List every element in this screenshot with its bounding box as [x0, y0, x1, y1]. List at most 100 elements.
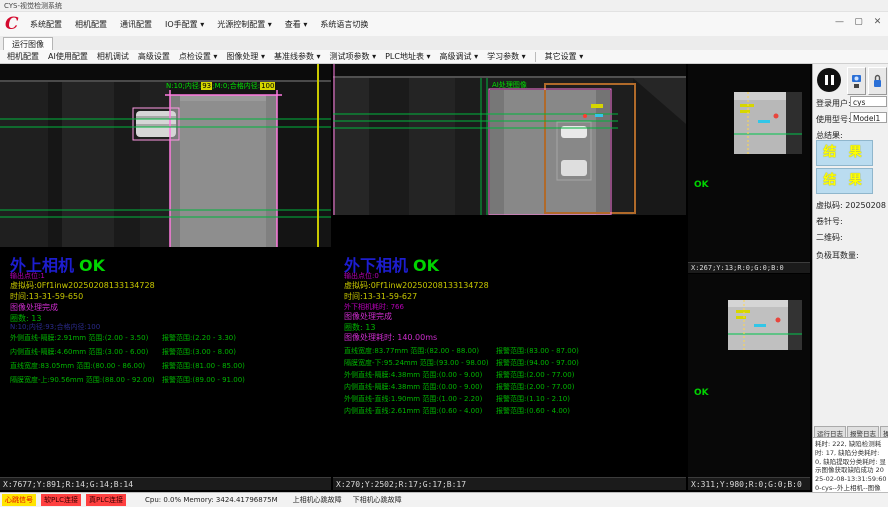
model-input[interactable]: Model1: [850, 112, 887, 123]
lock-icon: [872, 73, 883, 89]
result-badge-2: 结 果: [816, 168, 873, 194]
measure-value: 直线宽度:83.05mm 范围:(80.00 - 86.00): [10, 361, 145, 371]
tool-item-test-params[interactable]: 测试项参数 ▾: [330, 51, 377, 62]
measure-row: 内侧直线-隔膜:4.60mm 范围:(3.00 - 6.00) 报警范围:(3.…: [10, 347, 325, 361]
tab-strip: 运行图像: [0, 36, 888, 51]
menu-item-system-config[interactable]: 系统配置: [30, 19, 62, 30]
menubar: C 系统配置 相机配置 通讯配置 IO手配置 ▾ 光源控制配置 ▾ 查看 ▾ 系…: [0, 12, 888, 37]
measure-value: 隔膜宽度-下:95.24mm 范围:(93.00 - 98.00): [344, 358, 489, 368]
upper-camera-status: 上相机心跳故障: [293, 495, 342, 505]
middle-ok-status: OK: [413, 256, 439, 275]
tool-item-ai-config[interactable]: AI使用配置: [48, 51, 88, 62]
minimize-icon[interactable]: —: [833, 17, 846, 27]
measure-value: 外侧直线-隔膜:4.38mm 范围:(0.00 - 9.00): [344, 370, 482, 380]
user-input[interactable]: cys: [850, 96, 887, 107]
tool-item-spot-check[interactable]: 点检设置 ▾: [179, 51, 218, 62]
pin-number-label: 卷针号:: [816, 216, 843, 227]
alarm-range: 报警范围:(1.10 - 2.10): [496, 394, 570, 404]
middle-virtual-code: 虚拟码:0Ff1inw20250208133134728: [344, 280, 489, 291]
left-camera-image[interactable]: [0, 64, 331, 247]
sidebar: 登录用户: cys 使用型号: Model1 总结果: 结 果 结 果 虚拟码:…: [812, 64, 888, 492]
left-time: 时间:13-31-59-650: [10, 291, 83, 302]
tool-item-advanced-debug[interactable]: 高级调试 ▾: [440, 51, 479, 62]
left-ok-status: OK: [79, 256, 105, 275]
close-icon[interactable]: ✕: [871, 17, 884, 27]
titlebar: CYS-视觉检测系统: [0, 0, 888, 12]
thumb2-pixel-coords: X:311;Y:980;R:0;G:0;B:0: [688, 477, 810, 490]
thumb1-pixel-coords: X:267;Y:13;R:0;G:0;B:0: [688, 262, 810, 273]
menu-item-light-control-config[interactable]: 光源控制配置 ▾: [217, 19, 272, 30]
alarm-range: 报警范围:(83.00 - 87.00): [496, 346, 579, 356]
app-window: CYS-视觉检测系统 C 系统配置 相机配置 通讯配置 IO手配置 ▾ 光源控制…: [0, 0, 888, 522]
tool-item-image-processing[interactable]: 图像处理 ▾: [226, 51, 265, 62]
menu-item-camera-config[interactable]: 相机配置: [75, 19, 107, 30]
measure-row: 内侧直线-直线:2.61mm 范围:(0.60 - 4.00) 报警范围:(0.…: [344, 406, 684, 420]
app-logo-icon: C: [5, 14, 19, 34]
tool-item-baseline-params[interactable]: 基准线参数 ▾: [274, 51, 321, 62]
measure-value: 内侧直线-隔膜:4.60mm 范围:(3.00 - 6.00): [10, 347, 148, 357]
left-process-done: 图像处理完成: [10, 302, 58, 313]
inner-diameter-value: 93: [201, 82, 212, 90]
soft-plc-badge: 软PLC连接: [41, 494, 81, 506]
alarm-range: 报警范围:(2.00 - 77.00): [496, 370, 574, 380]
toolbar-separator: [535, 52, 536, 62]
camera-tool-button[interactable]: [847, 67, 866, 95]
alarm-range: 报警范围:(81.00 - 85.00): [162, 361, 245, 371]
pause-button[interactable]: [817, 68, 841, 92]
ai-image-label: AI处理图像: [492, 80, 527, 90]
log-text-area[interactable]: 耗时: 222, 缺陷检测耗时: 17, 缺陷分类耗时: 0, 缺陷提取分类耗时…: [813, 437, 888, 492]
tool-item-advanced-settings[interactable]: 高级设置: [138, 51, 170, 62]
user-label: 登录用户:: [816, 98, 851, 109]
alarm-range: 报警范围:(3.00 - 8.00): [162, 347, 236, 357]
thumb2-camera-image[interactable]: [688, 274, 810, 477]
lock-tool-button[interactable]: [868, 67, 887, 95]
tool-item-plc-address[interactable]: PLC地址表 ▾: [385, 51, 430, 62]
pause-icon: [831, 75, 834, 85]
middle-time: 时间:13-31-59-627: [344, 291, 417, 302]
maximize-icon[interactable]: ▢: [852, 17, 865, 27]
pause-icon: [825, 75, 828, 85]
measure-value: 外侧直线-隔膜:2.91mm 范围:(2.00 - 3.50): [10, 333, 148, 343]
tool-item-camera-debug[interactable]: 相机调试: [97, 51, 129, 62]
menu-item-io-config[interactable]: IO手配置 ▾: [165, 19, 204, 30]
menu-item-language-switch[interactable]: 系统语言切换: [320, 19, 368, 30]
alarm-range: 报警范围:(94.00 - 97.00): [496, 358, 579, 368]
statusbar: 心跳信号 软PLC连接 真PLC连接 Cpu: 0.0% Memory: 342…: [0, 492, 888, 507]
cpu-memory-status: Cpu: 0.0% Memory: 3424.41796875M: [145, 496, 278, 504]
real-plc-badge: 真PLC连接: [86, 494, 126, 506]
heartbeat-badge: 心跳信号: [2, 494, 36, 506]
model-label: 使用型号:: [816, 114, 851, 125]
measure-value: 内侧直线-隔膜:4.38mm 范围:(0.00 - 9.00): [344, 382, 482, 392]
thumb1-ok-status: OK: [694, 180, 709, 190]
alarm-range: 报警范围:(2.20 - 3.30): [162, 333, 236, 343]
left-note: N:10;内径:93;合格内径:100: [10, 322, 100, 332]
measure-value: 直线宽度:83.77mm 范围:(82.00 - 88.00): [344, 346, 479, 356]
alarm-range: 报警范围:(2.00 - 77.00): [496, 382, 574, 392]
negative-tab-count-label: 负极耳数量:: [816, 250, 859, 261]
middle-pixel-coords: X:270;Y:2502;R:17;G:17;B:17: [333, 477, 686, 490]
left-pixel-coords: X:7677;Y:891;R:14;G:14;B:14: [0, 477, 331, 490]
left-virtual-code: 虚拟码:0Ff1inw20250208133134728: [10, 280, 155, 291]
tool-item-camera-config[interactable]: 相机配置: [7, 51, 39, 62]
measure-row: 外侧直线-隔膜:2.91mm 范围:(2.00 - 3.50) 报警范围:(2.…: [10, 333, 325, 347]
measure-value: 外侧直线-直线:1.90mm 范围:(1.00 - 2.20): [344, 394, 482, 404]
tool-item-other-settings[interactable]: 其它设置 ▾: [545, 51, 584, 62]
toolbar: 相机配置 AI使用配置 相机调试 高级设置 点检设置 ▾ 图像处理 ▾ 基准线参…: [0, 50, 888, 64]
pass-diameter-value: 100: [260, 82, 275, 90]
menu-item-comm-config[interactable]: 通讯配置: [120, 19, 152, 30]
thumb2-ok-status: OK: [694, 388, 709, 398]
virtual-code-label: 虚拟码: 20250208: [816, 200, 886, 211]
thumb1-camera-image[interactable]: [688, 64, 810, 262]
window-title: CYS-视觉检测系统: [4, 2, 62, 10]
alarm-range: 报警范围:(0.60 - 4.00): [496, 406, 570, 416]
camera-icon: [851, 73, 862, 89]
lower-camera-status: 下相机心跳故障: [353, 495, 402, 505]
measure-row: 直线宽度:83.05mm 范围:(80.00 - 86.00) 报警范围:(81…: [10, 361, 325, 375]
tool-item-learning-params[interactable]: 学习参数 ▾: [487, 51, 526, 62]
measure-value: 隔膜宽度-上:90.56mm 范围:(88.00 - 92.00): [10, 375, 155, 385]
menu-item-view[interactable]: 查看 ▾: [285, 19, 308, 30]
measure-value: 内侧直线-直线:2.61mm 范围:(0.60 - 4.00): [344, 406, 482, 416]
left-camera-overlay-text: N:10;内径:93;M:0;合格内径:100: [166, 81, 275, 91]
qr-code-label: 二维码:: [816, 232, 843, 243]
alarm-range: 报警范围:(89.00 - 91.00): [162, 375, 245, 385]
